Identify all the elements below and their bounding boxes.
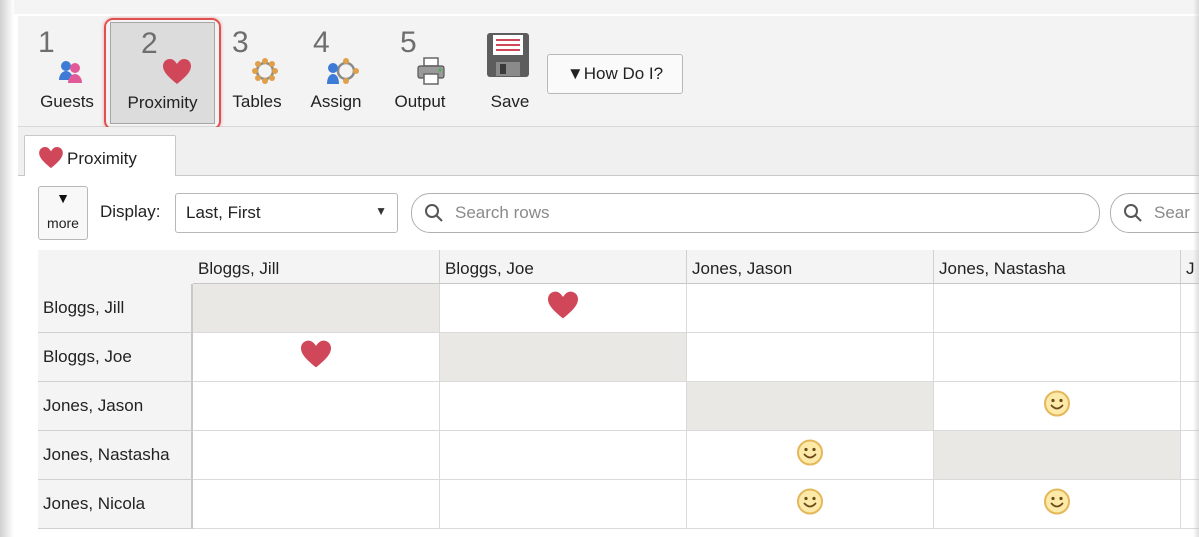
row-header[interactable]: Jones, Nicola (38, 480, 193, 529)
row-header[interactable]: Jones, Jason (38, 382, 193, 431)
smiley-icon (1043, 488, 1071, 521)
search-columns-input[interactable]: Sear (1110, 193, 1199, 233)
diagonal-cell (934, 431, 1181, 480)
display-label: Display: (100, 202, 161, 221)
proximity-cell[interactable] (687, 333, 934, 382)
proximity-cell[interactable] (687, 480, 934, 529)
proximity-cell[interactable] (193, 333, 440, 382)
app-window: 1 Guests 2 Proximity 3 Tables 4 Assign 5… (0, 0, 1199, 537)
search-rows-input[interactable]: Search rows (411, 193, 1100, 233)
proximity-cell[interactable] (687, 431, 934, 480)
diagonal-cell (440, 333, 687, 382)
column-header[interactable]: Bloggs, Joe (440, 250, 687, 284)
grid-corner (38, 250, 194, 285)
more-button[interactable]: ▼ more (38, 186, 88, 240)
row-header[interactable]: Bloggs, Jill (38, 284, 193, 333)
smiley-icon (796, 439, 824, 472)
tables-button[interactable]: 3 Tables (222, 22, 292, 122)
proximity-cell[interactable] (193, 382, 440, 431)
proximity-cell[interactable] (440, 431, 687, 480)
proximity-cell[interactable] (934, 284, 1181, 333)
diagonal-cell (193, 284, 440, 333)
filter-bar: ▼ more Display: Last, First ▼ Search row… (18, 176, 1199, 246)
proximity-cell[interactable] (193, 480, 440, 529)
tab-bar: Proximity (18, 127, 1199, 176)
proximity-highlight (104, 18, 221, 130)
heart-icon (301, 340, 331, 374)
proximity-cell[interactable] (440, 284, 687, 333)
window-edge-right (1193, 0, 1199, 537)
proximity-cell[interactable] (440, 382, 687, 431)
assign-button[interactable]: 4 Assign (301, 22, 371, 122)
search-icon (1123, 203, 1143, 228)
guests-icon (58, 58, 84, 89)
proximity-cell[interactable] (934, 480, 1181, 529)
column-header[interactable]: Jones, Jason (687, 250, 934, 284)
tab-proximity[interactable]: Proximity (24, 135, 176, 176)
proximity-cell[interactable] (440, 480, 687, 529)
assign-icon (327, 56, 359, 91)
printer-icon (416, 56, 446, 91)
floppy-disk-icon (486, 32, 530, 83)
proximity-cell[interactable] (934, 382, 1181, 431)
proximity-cell[interactable] (193, 431, 440, 480)
triangle-down-icon: ▼ (56, 190, 70, 206)
column-header[interactable]: Jones, Nastasha (934, 250, 1181, 284)
smiley-icon (1043, 390, 1071, 423)
column-header[interactable]: Bloggs, Jill (193, 250, 440, 284)
menu-bar (14, 0, 1199, 14)
table-ring-icon (250, 56, 280, 91)
row-header[interactable]: Bloggs, Joe (38, 333, 193, 382)
proximity-cell[interactable] (687, 284, 934, 333)
row-header[interactable]: Jones, Nastasha (38, 431, 193, 480)
how-do-i-button[interactable]: ▼How Do I? (547, 54, 683, 94)
heart-icon (39, 147, 63, 174)
heart-icon (548, 291, 578, 325)
guests-button[interactable]: 1 Guests (32, 22, 102, 122)
save-button[interactable]: Save (474, 22, 546, 122)
search-icon (424, 203, 444, 228)
chevron-down-icon: ▼ (375, 204, 387, 218)
diagonal-cell (687, 382, 934, 431)
output-button[interactable]: 5 Output (380, 22, 460, 122)
proximity-cell[interactable] (934, 333, 1181, 382)
window-edge (0, 0, 14, 537)
smiley-icon (796, 488, 824, 521)
display-select[interactable]: Last, First ▼ (175, 193, 398, 233)
